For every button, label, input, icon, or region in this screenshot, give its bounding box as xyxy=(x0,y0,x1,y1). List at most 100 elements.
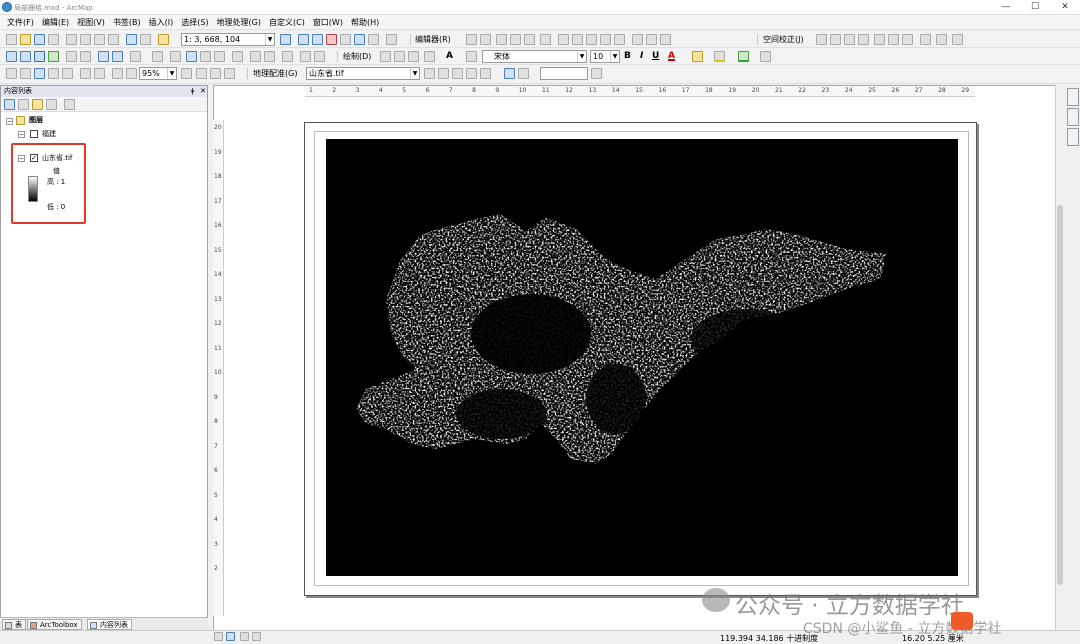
multiple-displacement-icon[interactable] xyxy=(858,34,869,45)
fill-color-icon[interactable] xyxy=(692,51,703,62)
copy-icon[interactable] xyxy=(80,34,91,45)
layers-label[interactable]: 图层 xyxy=(29,115,43,125)
arctoolbox-icon[interactable] xyxy=(326,34,337,45)
close-button[interactable]: ✕ xyxy=(1052,1,1078,13)
view-links-icon[interactable] xyxy=(888,34,899,45)
go-back-extent-icon[interactable] xyxy=(98,51,109,62)
paste-icon[interactable] xyxy=(94,34,105,45)
catalog-icon[interactable] xyxy=(312,34,323,45)
zoom-out-icon[interactable] xyxy=(20,51,31,62)
font-color-icon[interactable]: A xyxy=(668,50,675,61)
new-displacement-link-icon[interactable] xyxy=(830,34,841,45)
rotate-raster-icon[interactable] xyxy=(424,68,435,79)
editor-menu[interactable]: 编辑器(R) xyxy=(415,34,451,45)
edit-window-icon[interactable] xyxy=(660,34,671,45)
straight-segment-icon[interactable] xyxy=(496,34,507,45)
select-features-icon[interactable] xyxy=(130,51,141,62)
toc-options-icon[interactable] xyxy=(64,99,75,110)
cut-polygons-icon[interactable] xyxy=(572,34,583,45)
refresh-view-icon[interactable] xyxy=(240,632,249,641)
list-by-selection-icon[interactable] xyxy=(46,99,57,110)
maximize-button[interactable]: ☐ xyxy=(1022,1,1048,13)
close-icon[interactable]: ✕ xyxy=(200,86,206,97)
font-select[interactable]: 宋体 ▼ xyxy=(482,50,587,63)
add-data-icon[interactable] xyxy=(158,34,169,45)
search-window-icon[interactable] xyxy=(354,34,365,45)
bold-button[interactable]: B xyxy=(624,50,631,62)
search-dock-tab[interactable] xyxy=(1067,108,1079,126)
expand-fujian-icon[interactable]: − xyxy=(18,131,25,138)
edit-annotation-icon[interactable] xyxy=(480,34,491,45)
marker-color-icon[interactable] xyxy=(738,51,749,62)
shift-raster-icon[interactable] xyxy=(438,68,449,79)
zoom-to-selected-icon[interactable] xyxy=(408,51,419,62)
menu-insert[interactable]: 插入(I) xyxy=(149,17,174,28)
layout-zoom-out-icon[interactable] xyxy=(20,68,31,79)
limited-adjustment-icon[interactable] xyxy=(902,34,913,45)
cut-icon[interactable] xyxy=(66,34,77,45)
end-point-arc-icon[interactable] xyxy=(510,34,521,45)
menu-selection[interactable]: 选择(S) xyxy=(181,17,208,28)
table-of-contents-icon[interactable] xyxy=(298,34,309,45)
data-frame[interactable] xyxy=(326,139,958,576)
vertical-scrollbar[interactable] xyxy=(1055,85,1064,632)
reshape-icon[interactable] xyxy=(558,34,569,45)
go-to-xy-icon[interactable] xyxy=(300,51,311,62)
toggle-draft-mode-icon[interactable] xyxy=(181,68,192,79)
find-icon[interactable] xyxy=(214,51,225,62)
select-arrow-icon[interactable] xyxy=(380,51,391,62)
view-link-table-icon[interactable] xyxy=(504,68,515,79)
edit-vertices-icon[interactable] xyxy=(540,34,551,45)
tab-arctoolbox[interactable]: ArcToolbox xyxy=(27,619,82,630)
scroll-thumb[interactable] xyxy=(1057,205,1063,585)
layout-view-icon[interactable] xyxy=(226,632,235,641)
data-driven-pages-icon[interactable] xyxy=(224,68,235,79)
scale-raster-icon[interactable] xyxy=(452,68,463,79)
create-viewer-icon[interactable] xyxy=(282,51,293,62)
pause-drawing-icon[interactable] xyxy=(252,632,261,641)
line-color-icon[interactable] xyxy=(714,51,725,62)
data-view-icon[interactable] xyxy=(214,632,223,641)
menu-customize[interactable]: 自定义(C) xyxy=(269,17,305,28)
print-icon[interactable] xyxy=(48,34,59,45)
pin-icon[interactable]: ǂ xyxy=(191,86,194,97)
list-by-drawing-order-icon[interactable] xyxy=(4,99,15,110)
zoom-100-icon[interactable] xyxy=(62,68,73,79)
italic-button[interactable]: I xyxy=(640,50,643,62)
georef-layer-select[interactable]: 山东省.tif ▼ xyxy=(306,67,420,80)
catalog-dock-tab[interactable] xyxy=(1067,88,1079,106)
toolbar-options-2-icon[interactable] xyxy=(591,68,602,79)
toolbar-options-icon[interactable] xyxy=(760,51,771,62)
clear-selection-icon[interactable] xyxy=(152,51,163,62)
chevron-down-icon[interactable]: ▼ xyxy=(167,68,176,79)
menu-file[interactable]: 文件(F) xyxy=(7,17,34,28)
time-slider-icon[interactable] xyxy=(264,51,275,62)
python-window-icon[interactable] xyxy=(340,34,351,45)
add-control-points-icon[interactable] xyxy=(466,68,477,79)
new-document-icon[interactable] xyxy=(6,34,17,45)
attributes-icon[interactable] xyxy=(614,34,625,45)
menu-edit[interactable]: 编辑(E) xyxy=(42,17,69,28)
rotate-icon[interactable] xyxy=(600,34,611,45)
edit-vertices-draw-icon[interactable] xyxy=(466,51,477,62)
edit-tool-icon[interactable] xyxy=(466,34,477,45)
fixed-zoom-in-layout-icon[interactable] xyxy=(80,68,91,79)
tab-toc[interactable]: 内容列表 xyxy=(87,619,132,630)
fixed-zoom-out-layout-icon[interactable] xyxy=(94,68,105,79)
auto-registration-icon[interactable] xyxy=(480,68,491,79)
identify-icon[interactable] xyxy=(186,51,197,62)
select-elements-icon[interactable] xyxy=(816,34,827,45)
extension-icon[interactable] xyxy=(386,34,397,45)
chevron-down-icon[interactable]: ▼ xyxy=(265,34,274,45)
fixed-zoom-out-icon[interactable] xyxy=(80,51,91,62)
go-forward-layout-icon[interactable] xyxy=(126,68,137,79)
html-popup-icon[interactable] xyxy=(200,51,211,62)
chevron-down-icon[interactable]: ▼ xyxy=(410,68,419,79)
layer-fujian[interactable]: 福建 xyxy=(42,129,56,139)
results-dock-tab[interactable] xyxy=(1067,128,1079,146)
rectangle-icon[interactable] xyxy=(424,51,435,62)
go-forward-extent-icon[interactable] xyxy=(112,51,123,62)
open-folder-icon[interactable] xyxy=(20,34,31,45)
viewer-icon[interactable] xyxy=(518,68,529,79)
zoom-whole-page-icon[interactable] xyxy=(48,68,59,79)
